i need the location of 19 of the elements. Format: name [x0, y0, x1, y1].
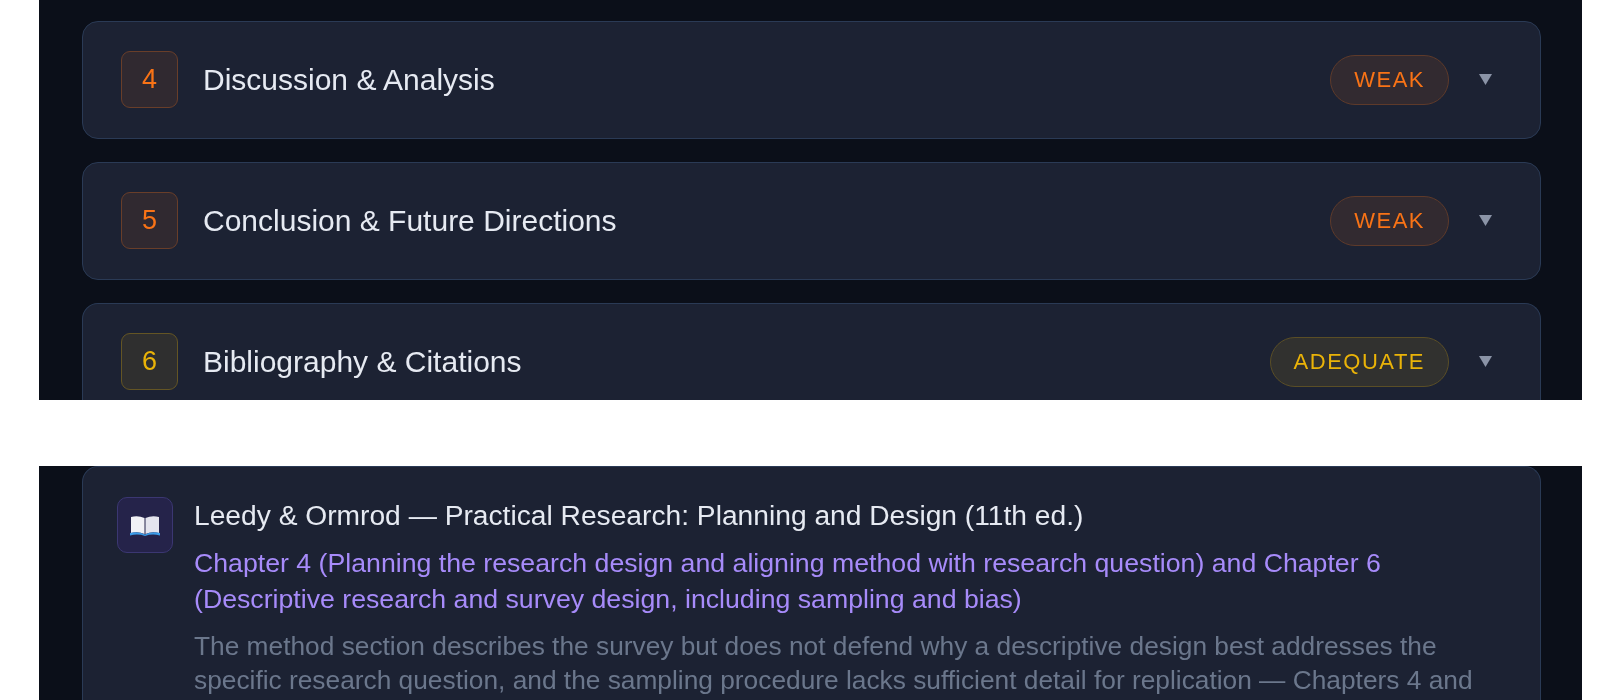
rating-tag: ADEQUATE: [1269, 336, 1449, 387]
caret-icon[interactable]: [1479, 356, 1492, 367]
rating-tag: WEAK: [1330, 195, 1449, 246]
section-title: Conclusion & Future Directions: [203, 203, 618, 238]
chapter-reference: Chapter 4 (Planning the research design and aligning method with research question) and Chapter 6 (Descriptive research and survey design, including sampling and bias): [194, 547, 1382, 616]
rating-tag: WEAK: [1330, 54, 1449, 105]
book-icon: [117, 497, 173, 553]
section-number: 6: [121, 333, 178, 390]
section-title: Discussion & Analysis: [203, 62, 496, 97]
resource-title: Leedy & Ormrod — Practical Research: Planning and Design (11th ed.): [194, 498, 1085, 533]
caret-icon[interactable]: [1479, 215, 1492, 226]
section-title: Bibliography & Citations: [203, 344, 523, 379]
section-card[interactable]: 5 Conclusion & Future Directions WEAK: [82, 162, 1541, 280]
section-card[interactable]: 6 Bibliography & Citations ADEQUATE: [82, 303, 1541, 400]
caret-icon[interactable]: [1479, 74, 1492, 85]
section-number: 4: [121, 51, 178, 108]
section-card[interactable]: 4 Discussion & Analysis WEAK: [82, 21, 1541, 139]
section-number: 5: [121, 192, 178, 249]
resource-note: The method section describes the survey but does not defend why a descriptive design best addresses the specific research question, and the sampling procedure lacks sufficient detail for replication — Chapters 4 and: [194, 630, 1474, 697]
